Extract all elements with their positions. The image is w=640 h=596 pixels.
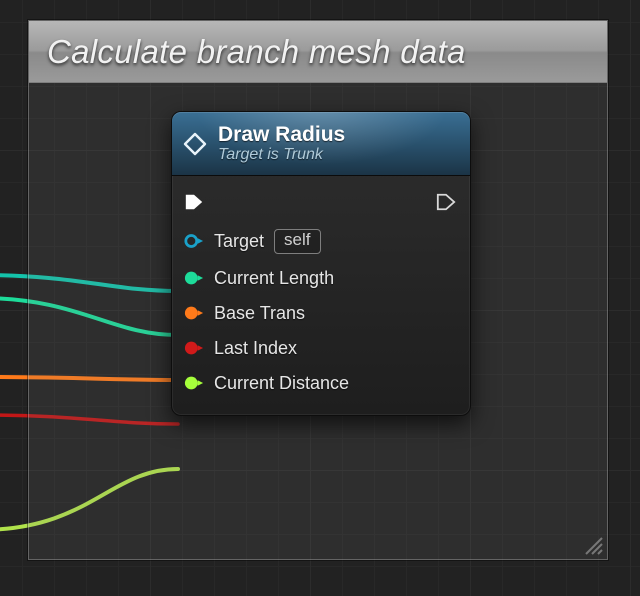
- target-label: Target: [214, 231, 264, 252]
- node-draw-radius[interactable]: Draw Radius Target is Trunk: [171, 111, 471, 416]
- last-index-pin[interactable]: [184, 338, 204, 358]
- current-distance-pin[interactable]: [184, 373, 204, 393]
- node-subtitle: Target is Trunk: [218, 146, 345, 164]
- pin-row-current-length: Current Length: [182, 261, 458, 296]
- node-body: Target self Current Length: [172, 176, 470, 415]
- current-length-label: Current Length: [214, 268, 334, 289]
- node-header[interactable]: Draw Radius Target is Trunk: [172, 112, 470, 176]
- exec-in-pin[interactable]: [184, 192, 204, 212]
- current-distance-label: Current Distance: [214, 373, 349, 394]
- comment-box[interactable]: Calculate branch mesh data Draw Radius T…: [28, 20, 608, 560]
- comment-title: Calculate branch mesh data: [47, 33, 466, 71]
- function-node-icon: [182, 131, 208, 157]
- pin-row-current-distance: Current Distance: [182, 366, 458, 401]
- base-trans-label: Base Trans: [214, 303, 305, 324]
- comment-header[interactable]: Calculate branch mesh data: [29, 21, 607, 83]
- pin-row-target: Target self: [182, 222, 458, 261]
- target-default-value[interactable]: self: [274, 229, 320, 254]
- pin-row-base-trans: Base Trans: [182, 296, 458, 331]
- last-index-label: Last Index: [214, 338, 297, 359]
- pin-row-last-index: Last Index: [182, 331, 458, 366]
- node-title: Draw Radius: [218, 123, 345, 146]
- exec-out-pin[interactable]: [436, 192, 456, 212]
- target-pin[interactable]: [184, 231, 204, 251]
- resize-grip-icon[interactable]: [582, 534, 604, 556]
- comment-body[interactable]: Draw Radius Target is Trunk: [29, 83, 607, 559]
- current-length-pin[interactable]: [184, 268, 204, 288]
- base-trans-pin[interactable]: [184, 303, 204, 323]
